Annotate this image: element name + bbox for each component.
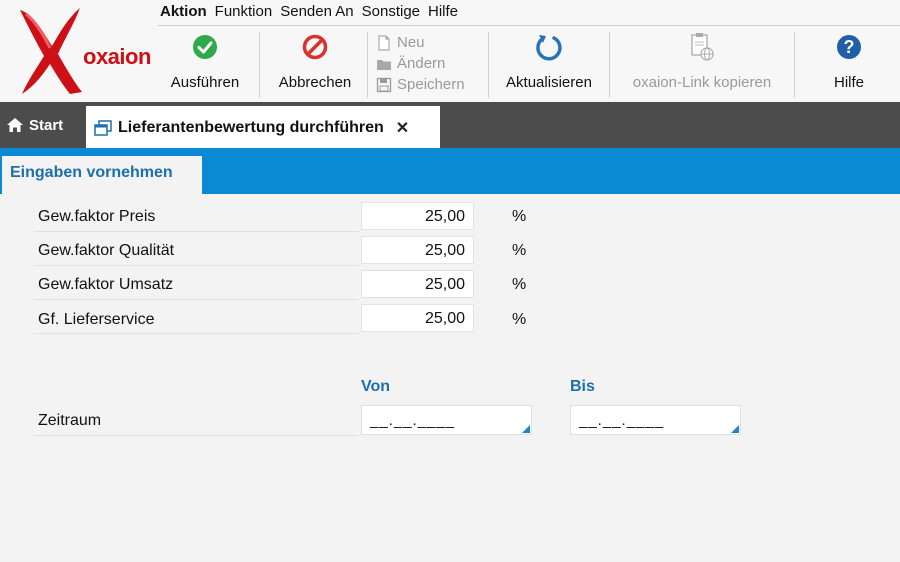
- input-gf-lieferservice[interactable]: 25,00: [361, 304, 474, 332]
- field-label-zeitraum: Zeitraum: [38, 412, 102, 429]
- unit-percent: %: [512, 242, 527, 259]
- refresh-icon: [536, 35, 562, 61]
- header: oxaion Aktion Funktion Senden An Sonstig…: [0, 0, 900, 102]
- date-input-von[interactable]: __.__.____: [361, 405, 532, 435]
- menu-senden-an[interactable]: Senden An: [278, 1, 359, 23]
- menu-divider: [158, 25, 900, 26]
- menu-sonstige[interactable]: Sonstige: [360, 1, 426, 23]
- row-divider: [34, 435, 359, 436]
- help-button[interactable]: ? Hilfe: [808, 28, 890, 98]
- copy-link-button[interactable]: oxaion-Link kopieren: [614, 28, 790, 98]
- home-icon: [7, 118, 23, 132]
- section-tab-eingaben[interactable]: Eingaben vornehmen: [2, 156, 202, 194]
- menu-aktion[interactable]: Aktion: [158, 1, 213, 23]
- menu-bar: Aktion Funktion Senden An Sonstige Hilfe: [158, 0, 464, 24]
- tab-active-label: Lieferantenbewertung durchführen: [118, 119, 384, 136]
- cancel-icon: [302, 34, 328, 60]
- close-tab-icon[interactable]: ✕: [396, 118, 409, 138]
- cancel-label: Abbrechen: [278, 74, 352, 91]
- menu-hilfe[interactable]: Hilfe: [426, 1, 464, 23]
- clipboard-link-icon: [691, 33, 714, 61]
- folder-icon: [377, 59, 391, 70]
- row-divider: [34, 333, 359, 334]
- row-divider: [34, 265, 359, 266]
- checkmark-icon: [193, 35, 217, 59]
- copy-link-label: oxaion-Link kopieren: [632, 74, 772, 91]
- date-input-bis[interactable]: __.__.____: [570, 405, 741, 435]
- toolbar-separator: [794, 32, 795, 98]
- help-label: Hilfe: [833, 74, 864, 91]
- row-divider: [34, 299, 359, 300]
- toolbar-separator: [488, 32, 489, 98]
- save-icon: [376, 77, 392, 92]
- save-button[interactable]: Speichern: [376, 74, 486, 95]
- change-button[interactable]: Ändern: [376, 53, 486, 74]
- logo-text: oxaion: [83, 44, 151, 69]
- execute-button[interactable]: Ausführen: [158, 28, 252, 98]
- field-label-qualitaet: Gew.faktor Qualität: [38, 242, 175, 259]
- row-divider: [34, 231, 359, 232]
- field-label-preis: Gew.faktor Preis: [38, 208, 156, 225]
- refresh-button[interactable]: Aktualisieren: [494, 28, 604, 98]
- tab-start-label: Start: [29, 116, 64, 134]
- tab-lieferantenbewertung[interactable]: Lieferantenbewertung durchführen ✕: [86, 106, 440, 150]
- unit-percent: %: [512, 311, 527, 328]
- unit-percent: %: [512, 276, 527, 293]
- change-label: Ändern: [397, 55, 446, 72]
- tab-start[interactable]: Start: [6, 112, 63, 138]
- input-gewfaktor-qualitaet[interactable]: 25,00: [361, 236, 474, 264]
- input-gewfaktor-preis[interactable]: 25,00: [361, 202, 474, 230]
- unit-percent: %: [512, 208, 527, 225]
- column-header-bis: Bis: [570, 378, 595, 395]
- field-label-lieferservice: Gf. Lieferservice: [38, 311, 155, 328]
- tab-bar: Start Lieferantenbewertung durchführen ✕: [0, 102, 900, 150]
- toolbar-separator: [259, 32, 260, 98]
- new-label: Neu: [397, 34, 425, 51]
- cancel-button[interactable]: Abbrechen: [268, 28, 362, 98]
- execute-label: Ausführen: [170, 74, 240, 91]
- edit-actions-group: Neu Ändern Speichern: [376, 32, 486, 95]
- logo-x-icon: [20, 8, 82, 94]
- oxaion-logo[interactable]: oxaion: [8, 4, 151, 96]
- toolbar-separator: [609, 32, 610, 98]
- field-label-umsatz: Gew.faktor Umsatz: [38, 276, 174, 293]
- svg-text:?: ?: [844, 37, 855, 57]
- new-button[interactable]: Neu: [376, 32, 486, 53]
- menu-funktion[interactable]: Funktion: [213, 1, 279, 23]
- save-label: Speichern: [397, 76, 465, 93]
- column-header-von: Von: [361, 378, 391, 395]
- input-gewfaktor-umsatz[interactable]: 25,00: [361, 270, 474, 298]
- refresh-label: Aktualisieren: [506, 74, 592, 91]
- window-icon: [94, 120, 112, 136]
- new-document-icon: [378, 35, 390, 50]
- help-icon: ?: [837, 35, 861, 59]
- toolbar-separator: [367, 32, 368, 98]
